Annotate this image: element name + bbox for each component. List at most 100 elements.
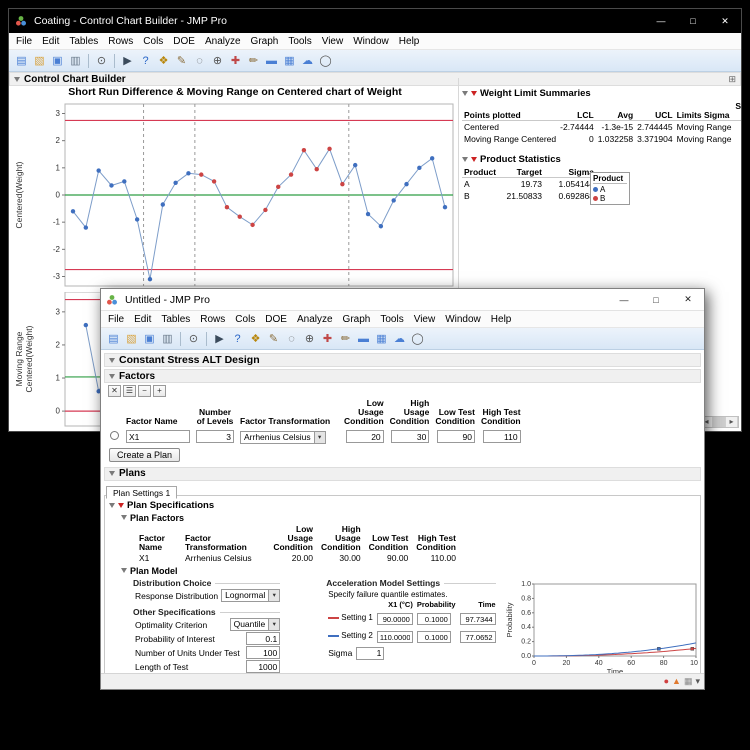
search-icon[interactable]: ⊙	[93, 52, 110, 70]
outline-plan-factors[interactable]: Plan Factors	[121, 513, 698, 523]
menu-item[interactable]: Rows	[103, 36, 138, 47]
setting2-probability-input[interactable]	[417, 631, 451, 643]
menu-item[interactable]: Graph	[246, 36, 284, 47]
menu-item[interactable]: DOE	[168, 36, 200, 47]
menu-item[interactable]: DOE	[260, 314, 292, 325]
response-distribution-select[interactable]: Lognormal ▾	[221, 589, 280, 602]
outline-plan-model[interactable]: Plan Model	[121, 566, 698, 576]
menu-item[interactable]: View	[409, 314, 441, 325]
zoom-icon[interactable]: ⊕	[301, 330, 318, 348]
close-button[interactable]: ✕	[672, 289, 704, 310]
menu-item[interactable]: Tools	[375, 314, 408, 325]
scroll-thumb[interactable]	[713, 417, 725, 427]
menu-item[interactable]: Window	[440, 314, 486, 325]
open-icon[interactable]: ▧	[123, 330, 140, 348]
low-test-condition-input[interactable]	[437, 430, 475, 443]
cloud-icon[interactable]: ☁	[299, 52, 316, 70]
factor-row-radio[interactable]	[110, 431, 119, 440]
disclosure-triangle-icon[interactable]	[109, 358, 115, 363]
pencil-icon[interactable]: ✏	[337, 330, 354, 348]
sigma-input[interactable]	[356, 647, 384, 660]
minimize-button[interactable]: —	[645, 9, 677, 33]
length-of-test-input[interactable]	[246, 660, 280, 673]
red-triangle-menu-icon[interactable]	[471, 157, 477, 162]
outline-control-chart-builder[interactable]: Control Chart Builder ⊞	[9, 72, 741, 86]
disclosure-triangle-icon[interactable]	[14, 77, 20, 82]
probability-time-chart[interactable]: 0.00.20.40.60.81.0020406080100TimeProbab…	[504, 578, 698, 673]
zoom-icon[interactable]: ⊕	[209, 52, 226, 70]
menu-item[interactable]: Tables	[156, 314, 195, 325]
ellipse-icon[interactable]: ◯	[409, 330, 426, 348]
factor-list-button[interactable]: ☰	[123, 385, 136, 397]
chart-icon[interactable]: ▦	[373, 330, 390, 348]
search-icon[interactable]: ⊙	[185, 330, 202, 348]
open-icon[interactable]: ▧	[31, 52, 48, 70]
menu-item[interactable]: Tools	[283, 36, 316, 47]
brush-icon[interactable]: ✎	[265, 330, 282, 348]
remove-factor-button[interactable]: ✕	[108, 385, 121, 397]
caret-down-icon[interactable]: ▾	[695, 676, 700, 687]
outline-plan-specifications[interactable]: Plan Specifications	[109, 500, 698, 511]
panel-dock-icon[interactable]: ⊞	[728, 74, 736, 85]
setting1-probability-input[interactable]	[417, 613, 451, 625]
outline-plans[interactable]: Plans	[104, 467, 701, 481]
upload-arrow-icon[interactable]: ▲	[672, 676, 681, 687]
brush-icon[interactable]: ✎	[173, 52, 190, 70]
save-icon[interactable]: ▣	[141, 330, 158, 348]
horizontal-scrollbar[interactable]: ◂ ▸	[699, 416, 739, 428]
remove-level-button[interactable]: −	[138, 385, 151, 397]
menu-item[interactable]: Graph	[338, 314, 376, 325]
outline-weight-limit-summaries[interactable]: Weight Limit Summaries	[462, 88, 741, 99]
menu-item[interactable]: View	[317, 36, 349, 47]
menu-item[interactable]: Rows	[195, 314, 230, 325]
red-triangle-menu-icon[interactable]	[118, 503, 124, 508]
print-icon[interactable]: ▥	[159, 330, 176, 348]
maximize-button[interactable]: □	[640, 289, 672, 310]
disclosure-triangle-icon[interactable]	[462, 157, 468, 162]
outline-factors[interactable]: Factors	[104, 369, 701, 383]
minimize-button[interactable]: —	[608, 289, 640, 310]
number-of-levels-input[interactable]	[196, 430, 234, 443]
menu-item[interactable]: Analyze	[200, 36, 246, 47]
print-icon[interactable]: ▥	[67, 52, 84, 70]
menu-item[interactable]: File	[11, 36, 37, 47]
red-triangle-menu-icon[interactable]	[471, 91, 477, 96]
factor-transformation-select[interactable]: Arrhenius Celsius ▾	[240, 431, 326, 444]
menu-item[interactable]: File	[103, 314, 129, 325]
disclosure-triangle-icon[interactable]	[109, 374, 115, 379]
high-test-condition-input[interactable]	[483, 430, 521, 443]
low-usage-condition-input[interactable]	[346, 430, 384, 443]
title-bar[interactable]: Coating - Control Chart Builder - JMP Pr…	[9, 9, 741, 33]
menu-item[interactable]: Edit	[129, 314, 156, 325]
disclosure-triangle-icon[interactable]	[121, 568, 127, 573]
menu-item[interactable]: Window	[348, 36, 394, 47]
legend-item[interactable]: A	[593, 185, 627, 194]
cloud-icon[interactable]: ☁	[391, 330, 408, 348]
maximize-button[interactable]: □	[677, 9, 709, 33]
disclosure-triangle-icon[interactable]	[109, 503, 115, 508]
factor-name-input[interactable]	[126, 430, 190, 443]
high-usage-condition-input[interactable]	[391, 430, 429, 443]
probability-of-interest-input[interactable]	[246, 632, 280, 645]
legend-item[interactable]: B	[593, 194, 627, 203]
ellipse-icon[interactable]: ◯	[317, 52, 334, 70]
menu-item[interactable]: Analyze	[292, 314, 338, 325]
data-indicator-icon[interactable]: ●	[664, 676, 669, 687]
highlight-icon[interactable]: ▬	[355, 330, 372, 348]
outline-product-statistics[interactable]: Product Statistics	[462, 154, 741, 165]
cursor-icon[interactable]: ▶	[211, 330, 228, 348]
menu-item[interactable]: Cols	[138, 36, 168, 47]
help-icon[interactable]: ?	[229, 330, 246, 348]
setting2-time-input[interactable]	[460, 631, 496, 643]
chart-icon[interactable]: ▦	[281, 52, 298, 70]
menu-item[interactable]: Help	[486, 314, 517, 325]
lasso-icon[interactable]: ◌	[283, 330, 300, 348]
create-plan-button[interactable]: Create a Plan	[109, 448, 180, 462]
add-level-button[interactable]: +	[153, 385, 166, 397]
crosshair-icon[interactable]: ✚	[319, 330, 336, 348]
crosshair-icon[interactable]: ✚	[227, 52, 244, 70]
title-bar[interactable]: Untitled - JMP Pro — □ ✕	[101, 289, 704, 311]
close-button[interactable]: ✕	[709, 9, 741, 33]
outline-constant-stress-alt-design[interactable]: Constant Stress ALT Design	[104, 353, 701, 367]
cursor-icon[interactable]: ▶	[119, 52, 136, 70]
